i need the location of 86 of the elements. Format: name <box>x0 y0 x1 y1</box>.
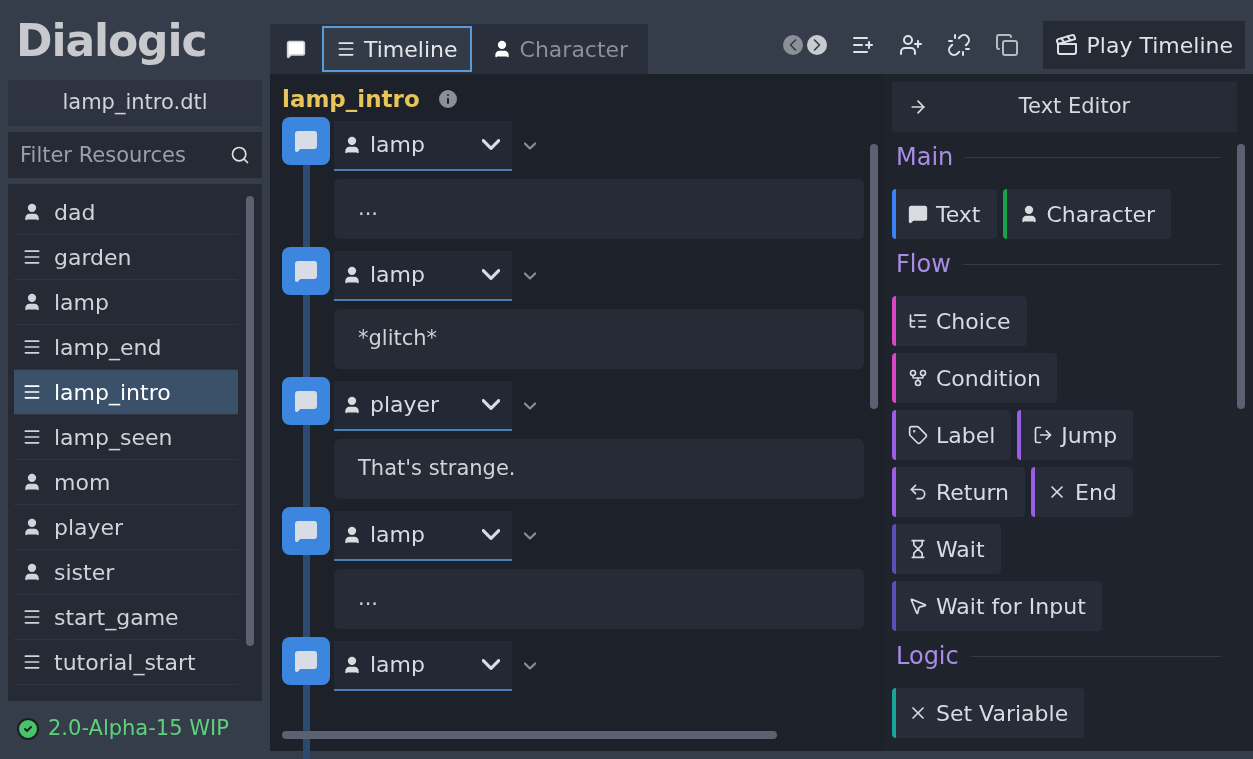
person-icon <box>22 472 42 492</box>
resource-item[interactable]: lamp_seen <box>14 415 238 460</box>
clapperboard-icon <box>1054 33 1079 57</box>
person-icon <box>22 562 42 582</box>
lines-icon <box>22 337 42 357</box>
person-icon <box>342 394 362 415</box>
section-heading: Flow <box>896 249 951 280</box>
event-button[interactable]: Label <box>892 410 1012 460</box>
chevron-icon <box>482 399 500 410</box>
person-icon <box>342 654 362 675</box>
character-dropdown[interactable]: lamp <box>334 120 512 171</box>
resource-item[interactable]: start_game <box>14 595 238 640</box>
chevron-icon <box>482 659 500 670</box>
filter-field[interactable]: Filter Resources <box>8 132 262 178</box>
play-timeline-button[interactable]: Play Timeline <box>1042 21 1245 69</box>
person-icon <box>22 202 42 222</box>
resource-item[interactable]: garden <box>14 235 238 280</box>
chevron-icon <box>482 269 500 280</box>
tab[interactable]: Character <box>479 26 641 72</box>
unlink-icon[interactable] <box>946 33 971 57</box>
character-dropdown[interactable]: lamp <box>334 510 512 561</box>
vertical-scrollbar[interactable] <box>870 144 878 409</box>
check-icon <box>16 717 40 741</box>
person-icon <box>342 524 362 545</box>
lines-icon <box>22 427 42 447</box>
version-label: 2.0-Alpha-15 WIP <box>48 715 229 743</box>
logo: Dialogic <box>15 14 208 68</box>
text-event-icon[interactable] <box>282 246 330 295</box>
person-icon <box>22 517 42 537</box>
event-button[interactable]: Jump <box>1017 410 1134 460</box>
search-icon <box>230 145 250 165</box>
expand-icon[interactable] <box>524 531 536 540</box>
expand-icon[interactable] <box>524 401 536 410</box>
chevron-icon <box>482 139 500 150</box>
lines-icon <box>22 247 42 267</box>
resource-item[interactable]: dad <box>14 190 238 235</box>
expand-icon[interactable] <box>524 141 536 150</box>
resource-item[interactable]: mom <box>14 460 238 505</box>
add-character-icon[interactable] <box>898 33 923 57</box>
resource-item[interactable]: lamp_intro <box>14 370 238 415</box>
person-icon <box>22 292 42 312</box>
resource-item[interactable]: sister <box>14 550 238 595</box>
dialog-text-field[interactable]: ... <box>334 568 864 629</box>
dialog-text-field[interactable]: That's strange. <box>334 438 864 499</box>
timeline-title: lamp_intro <box>282 85 420 114</box>
event-button[interactable]: Return <box>892 467 1025 517</box>
lines-icon <box>336 39 356 59</box>
text-event-icon[interactable] <box>282 506 330 555</box>
section-heading: Main <box>896 142 954 173</box>
horizontal-scrollbar[interactable] <box>282 731 777 739</box>
resource-item[interactable]: tutorial_start <box>14 640 238 685</box>
event-button[interactable]: Text <box>892 189 997 239</box>
person-icon <box>342 264 362 285</box>
lines-icon <box>22 607 42 627</box>
event-button[interactable]: Wait <box>892 524 1001 574</box>
text-event-icon[interactable] <box>282 116 330 165</box>
event-button[interactable]: Choice <box>892 296 1027 346</box>
character-dropdown[interactable]: lamp <box>334 640 512 691</box>
text-event-icon[interactable] <box>282 636 330 685</box>
person-icon <box>342 134 362 155</box>
palette-scrollbar[interactable] <box>1237 144 1245 409</box>
scrollbar[interactable] <box>246 196 254 646</box>
event-button[interactable]: Character <box>1002 189 1172 239</box>
windows-icon[interactable] <box>994 33 1019 57</box>
event-button[interactable]: Wait for Input <box>892 581 1102 631</box>
dialog-text-field[interactable]: *glitch* <box>334 308 864 369</box>
text-editor-button[interactable]: Text Editor <box>892 82 1237 132</box>
event-button[interactable]: Set Variable <box>892 688 1085 738</box>
lines-icon <box>22 652 42 672</box>
event-button[interactable]: Condition <box>892 353 1057 403</box>
resource-item[interactable]: player <box>14 505 238 550</box>
chevron-icon <box>482 529 500 540</box>
back-icon[interactable] <box>782 35 803 55</box>
current-file-label: lamp_intro.dtl <box>8 80 262 126</box>
forward-icon[interactable] <box>806 35 827 55</box>
character-dropdown[interactable]: lamp <box>334 250 512 301</box>
tab[interactable]: Timeline <box>322 26 472 72</box>
resource-item[interactable]: lamp <box>14 280 238 325</box>
section-heading: Logic <box>896 641 959 672</box>
lines-icon <box>22 382 42 402</box>
text-event-icon[interactable] <box>282 376 330 425</box>
event-button[interactable]: End <box>1031 467 1133 517</box>
character-dropdown[interactable]: player <box>334 380 512 431</box>
expand-icon[interactable] <box>524 271 536 280</box>
dialog-text-field[interactable]: ... <box>334 178 864 239</box>
expand-icon[interactable] <box>524 661 536 670</box>
